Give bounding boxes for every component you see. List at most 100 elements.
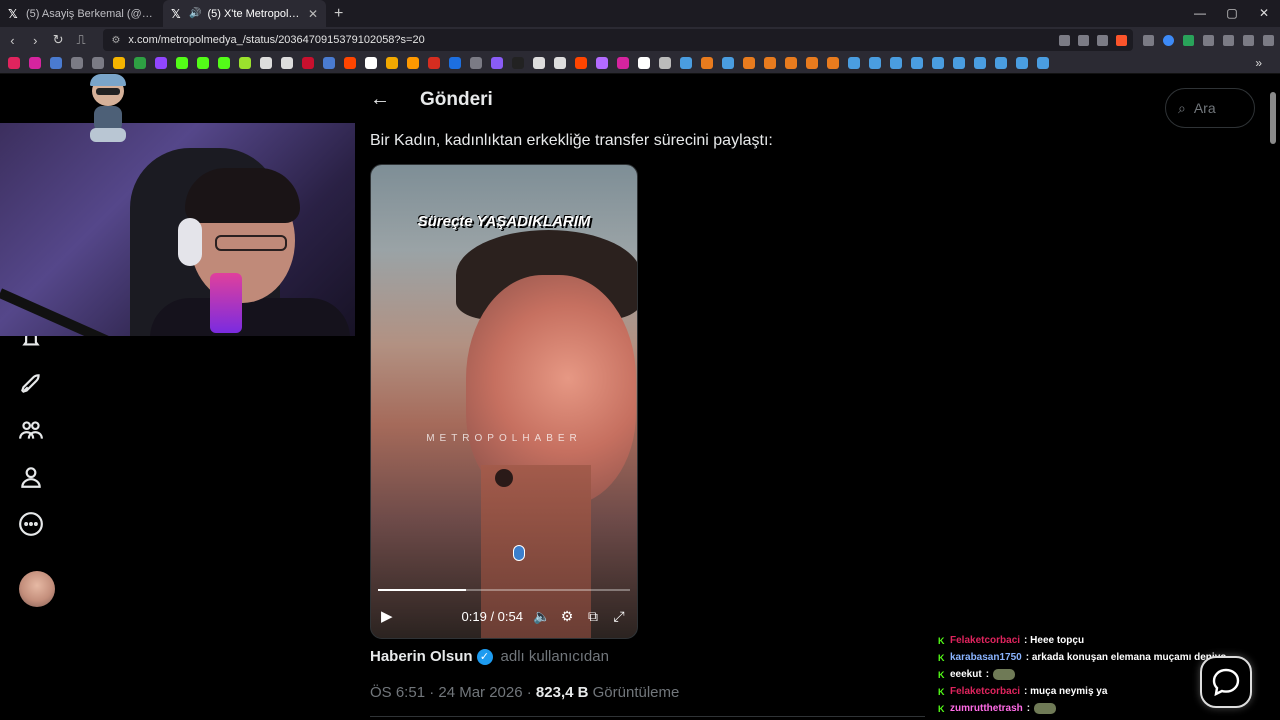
extension-icons bbox=[1143, 34, 1280, 46]
bookmark-icon[interactable] bbox=[428, 57, 440, 69]
bookmark-icon[interactable] bbox=[491, 57, 503, 69]
bookmark-icon[interactable] bbox=[281, 57, 293, 69]
bookmark-icon[interactable] bbox=[386, 57, 398, 69]
bookmark-icon[interactable] bbox=[764, 57, 776, 69]
settings-icon[interactable]: ⚙ bbox=[559, 608, 575, 625]
bookmark-icon[interactable] bbox=[911, 57, 923, 69]
video-player[interactable]: Süreçte YAŞADIKLARIM METROPOLHABER ▶ 0:1… bbox=[370, 164, 638, 639]
browser-tab-2[interactable]: 𝕏 🔊 (5) X'te Metropol Haber: "Bir K... ✕ bbox=[163, 0, 326, 27]
attribution-name[interactable]: Haberin Olsun bbox=[370, 648, 473, 665]
bookmark-icon[interactable] bbox=[827, 57, 839, 69]
bookmarks-overflow-icon[interactable]: » bbox=[1255, 56, 1262, 70]
bookmark-icon[interactable] bbox=[1037, 57, 1049, 69]
bookmark-icon[interactable] bbox=[197, 57, 209, 69]
bookmark-icon[interactable] bbox=[785, 57, 797, 69]
back-arrow-icon[interactable]: ← bbox=[370, 88, 390, 111]
bookmark-icon[interactable] bbox=[575, 57, 587, 69]
extension-icon[interactable] bbox=[1163, 34, 1174, 46]
speaker-icon[interactable]: 🔊 bbox=[189, 8, 201, 19]
bookmark-icon[interactable] bbox=[659, 57, 671, 69]
account-avatar[interactable] bbox=[19, 571, 55, 607]
address-bar[interactable]: ⚙ x.com/metropolmedya_/status/2036470915… bbox=[103, 29, 1133, 51]
bookmark-icon[interactable] bbox=[890, 57, 902, 69]
new-tab-button[interactable]: + bbox=[334, 5, 343, 23]
extension-icon[interactable] bbox=[1183, 34, 1194, 46]
divider bbox=[370, 716, 925, 717]
post-timestamp[interactable]: ÖS 6:51 · 24 Mar 2026 · bbox=[370, 684, 536, 701]
pip-icon[interactable]: ⧉ bbox=[585, 608, 601, 625]
play-icon[interactable]: ▶ bbox=[381, 607, 397, 625]
media-icon[interactable] bbox=[1243, 34, 1254, 46]
bookmark-icon[interactable] bbox=[932, 57, 944, 69]
share-icon[interactable] bbox=[1097, 34, 1108, 46]
bookmark-icon[interactable] bbox=[638, 57, 650, 69]
bookmark-icon[interactable] bbox=[869, 57, 881, 69]
bookmark-icon[interactable] bbox=[239, 57, 251, 69]
bookmark-icon[interactable] bbox=[533, 57, 545, 69]
bookmark-icon[interactable] bbox=[155, 57, 167, 69]
bookmark-icon[interactable] bbox=[596, 57, 608, 69]
bookmark-icon[interactable] bbox=[617, 57, 629, 69]
menu-icon[interactable] bbox=[1263, 34, 1274, 46]
bookmark-icon[interactable] bbox=[113, 57, 125, 69]
bookmark-icon[interactable] bbox=[302, 57, 314, 69]
back-nav-icon[interactable]: ‹ bbox=[6, 33, 19, 48]
bookmark-icon[interactable] bbox=[218, 57, 230, 69]
rocket-icon[interactable] bbox=[18, 371, 44, 397]
bookmark-icon[interactable] bbox=[407, 57, 419, 69]
minimize-button[interactable]: — bbox=[1184, 0, 1216, 27]
bookmark-icon[interactable] bbox=[806, 57, 818, 69]
bookmark-icon[interactable] bbox=[344, 57, 356, 69]
bookmark-icon[interactable] bbox=[176, 57, 188, 69]
bookmark-icon[interactable] bbox=[470, 57, 482, 69]
bookmark-icon[interactable] bbox=[554, 57, 566, 69]
bookmark-icon[interactable] bbox=[134, 57, 146, 69]
bookmark-icon[interactable] bbox=[701, 57, 713, 69]
video-caption: Süreçte YAŞADIKLARIM bbox=[417, 213, 591, 230]
browser-tab-1[interactable]: 𝕏 (5) Asayiş Berkemal (@asayisberkem... bbox=[0, 0, 163, 27]
bookmark-icon[interactable] bbox=[8, 57, 20, 69]
bookmark-icon[interactable] bbox=[71, 57, 83, 69]
bookmark-icon[interactable] bbox=[848, 57, 860, 69]
bookmark-icon[interactable] bbox=[92, 57, 104, 69]
chat-message: : muça neymiş ya bbox=[1024, 686, 1108, 697]
bookmark-page-icon[interactable]: ⎍ bbox=[75, 32, 88, 48]
extensions-menu-icon[interactable] bbox=[1203, 34, 1214, 46]
video-progress-bar[interactable] bbox=[378, 589, 630, 591]
reload-icon[interactable]: ↻ bbox=[52, 32, 65, 48]
bookmark-icon[interactable] bbox=[365, 57, 377, 69]
sidebar-icon[interactable] bbox=[1223, 34, 1234, 46]
more-icon[interactable] bbox=[18, 511, 44, 537]
close-window-button[interactable]: ✕ bbox=[1248, 0, 1280, 27]
page-header: ← Gönderi bbox=[370, 88, 493, 111]
bookmark-icon[interactable] bbox=[1016, 57, 1028, 69]
bookmark-icon[interactable] bbox=[512, 57, 524, 69]
bookmark-icon[interactable] bbox=[260, 57, 272, 69]
volume-icon[interactable]: 🔈 bbox=[533, 608, 550, 625]
forward-nav-icon[interactable]: › bbox=[29, 33, 42, 48]
bookmark-icon[interactable] bbox=[29, 57, 41, 69]
bookmark-icon[interactable] bbox=[953, 57, 965, 69]
site-settings-icon[interactable]: ⚙ bbox=[111, 35, 120, 46]
messages-button[interactable] bbox=[1200, 656, 1252, 708]
communities-icon[interactable] bbox=[18, 417, 44, 443]
bookmark-icon[interactable] bbox=[680, 57, 692, 69]
bookmark-icon[interactable] bbox=[743, 57, 755, 69]
bookmark-icon[interactable] bbox=[974, 57, 986, 69]
cast-icon[interactable] bbox=[1059, 34, 1070, 46]
bookmark-icon[interactable] bbox=[323, 57, 335, 69]
profile-icon[interactable] bbox=[18, 464, 44, 490]
bookmark-icon[interactable] bbox=[995, 57, 1007, 69]
stream-chat-overlay: K Felaketcorbaci : Heee topçu Kkarabasan17… bbox=[938, 632, 1228, 717]
search-input[interactable]: ⌕ Ara bbox=[1165, 88, 1255, 128]
bookmark-icon[interactable] bbox=[449, 57, 461, 69]
restore-button[interactable]: ▢ bbox=[1216, 0, 1248, 27]
fullscreen-icon[interactable]: ⤢ bbox=[611, 608, 627, 625]
zoom-icon[interactable] bbox=[1078, 34, 1089, 46]
close-tab-icon[interactable]: ✕ bbox=[308, 7, 318, 21]
brave-shield-icon[interactable] bbox=[1116, 34, 1127, 46]
bookmark-icon[interactable] bbox=[722, 57, 734, 69]
extension-icon[interactable] bbox=[1143, 34, 1154, 46]
bookmark-icon[interactable] bbox=[50, 57, 62, 69]
page-scrollbar[interactable] bbox=[1270, 92, 1276, 144]
